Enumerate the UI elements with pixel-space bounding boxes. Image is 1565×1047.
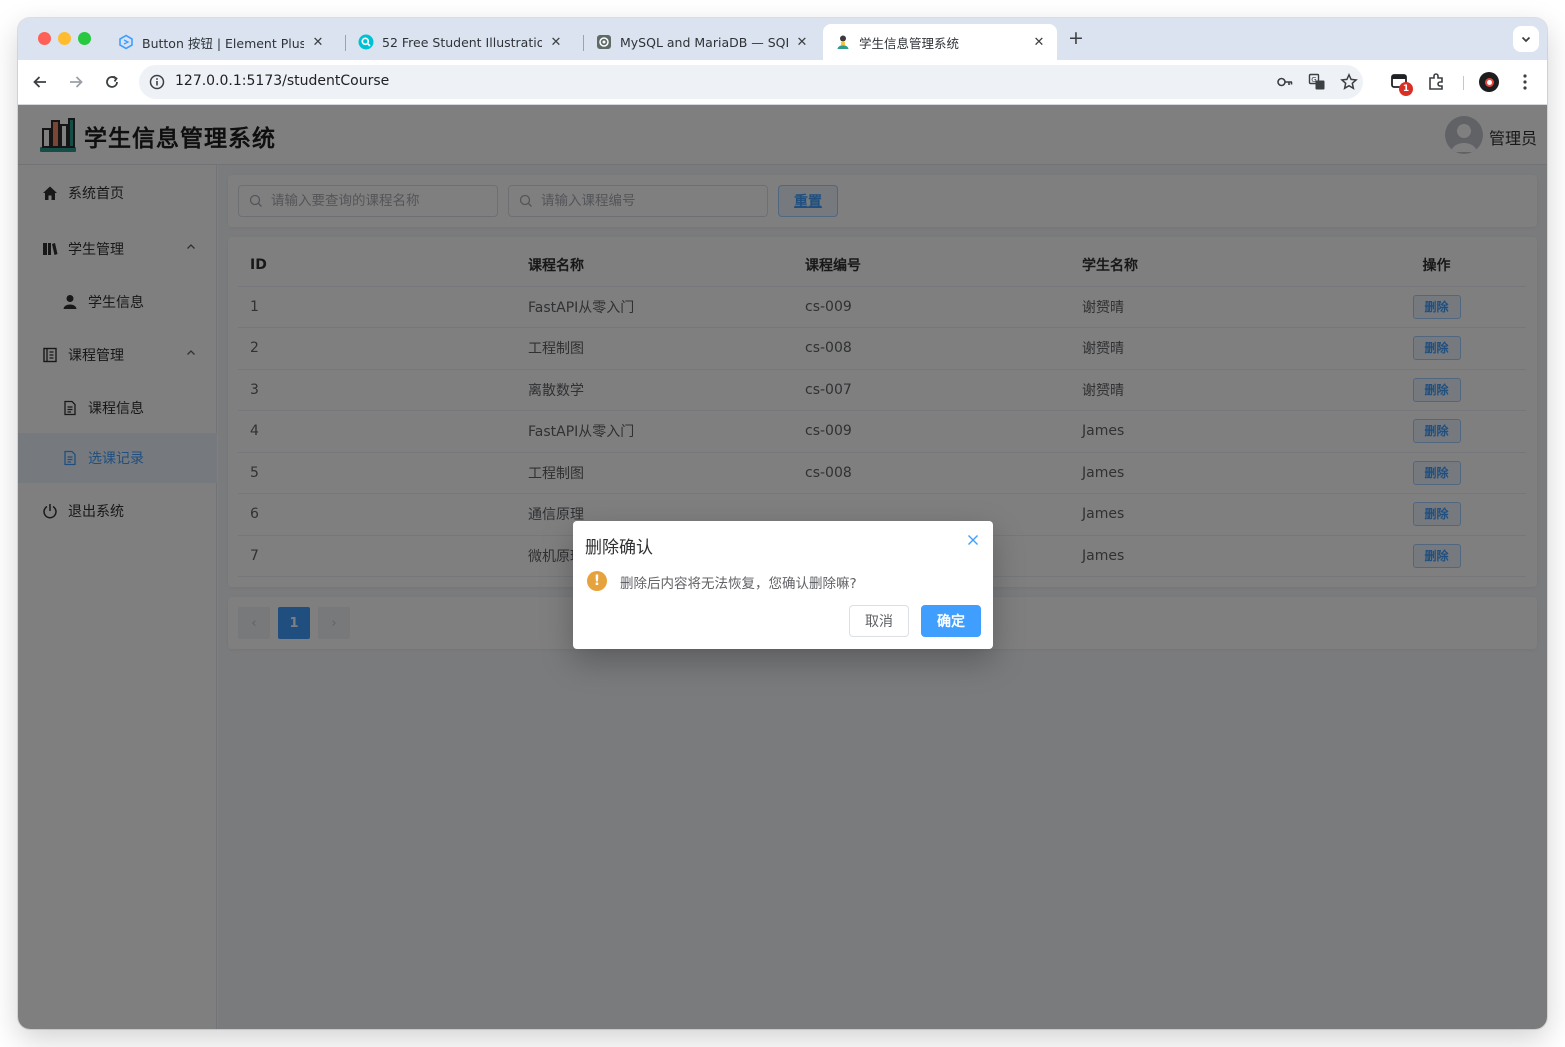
new-tab-button[interactable]: + — [1066, 28, 1086, 48]
warning-icon: ! — [587, 571, 607, 591]
forward-button[interactable] — [65, 71, 87, 93]
window-minimize-button[interactable] — [58, 32, 71, 45]
browser-window: Button 按钮 | Element Plus ✕ 52 Free Stude… — [18, 18, 1547, 1029]
site-info-icon[interactable] — [149, 74, 165, 90]
tab-title: 学生信息管理系统 — [859, 35, 960, 51]
cancel-button[interactable]: 取消 — [849, 605, 909, 637]
sqlalchemy-icon — [596, 34, 612, 50]
tab-strip: Button 按钮 | Element Plus ✕ 52 Free Stude… — [18, 18, 1547, 60]
app-viewport: 学生信息管理系统 管理员 系统首页 学生管理 学生信息 课 — [18, 105, 1547, 1029]
arrow-right-icon — [70, 76, 83, 88]
browser-toolbar: 127.0.0.1:5173/studentCourse G 1 — [18, 60, 1547, 105]
tab-close-icon[interactable]: ✕ — [548, 35, 564, 50]
extension-badge: 1 — [1399, 82, 1413, 96]
chevron-down-icon — [1521, 36, 1531, 43]
tab-student-system[interactable]: 学生信息管理系统 ✕ — [823, 24, 1057, 60]
tab-title: MySQL and MariaDB — SQLAlchemy — [620, 34, 788, 50]
password-key-icon[interactable] — [1276, 73, 1294, 91]
toolbar-divider — [1463, 76, 1464, 90]
translate-icon[interactable]: G — [1308, 73, 1326, 91]
element-plus-icon — [118, 34, 134, 50]
window-maximize-button[interactable] — [78, 32, 91, 45]
lottiefiles-icon — [358, 34, 374, 50]
reload-button[interactable] — [101, 71, 123, 93]
more-menu-icon[interactable] — [1515, 72, 1535, 92]
puzzle-extensions-icon[interactable] — [1426, 72, 1446, 92]
tab-close-icon[interactable]: ✕ — [310, 35, 326, 50]
tab-search-button[interactable] — [1513, 26, 1539, 52]
bookmark-star-icon[interactable] — [1340, 73, 1358, 91]
tab-element-plus[interactable]: Button 按钮 | Element Plus ✕ — [106, 24, 336, 60]
address-bar[interactable]: 127.0.0.1:5173/studentCourse G — [139, 65, 1363, 99]
tab-close-icon[interactable]: ✕ — [1031, 35, 1047, 50]
student-app-icon — [835, 34, 851, 50]
url-text[interactable]: 127.0.0.1:5173/studentCourse — [175, 73, 389, 89]
dialog-title: 删除确认 — [585, 538, 653, 558]
reload-icon — [106, 75, 118, 88]
tab-lottiefiles[interactable]: 52 Free Student Illustrations - Lottiefi… — [346, 24, 574, 60]
svg-text:G: G — [1311, 76, 1316, 84]
tab-close-icon[interactable]: ✕ — [794, 35, 810, 50]
profile-avatar-icon[interactable] — [1479, 72, 1499, 92]
tab-title: Button 按钮 | Element Plus — [142, 35, 304, 51]
confirm-button[interactable]: 确定 — [921, 605, 981, 637]
window-close-button[interactable] — [38, 32, 51, 45]
dialog-message: 删除后内容将无法恢复，您确认删除嘛? — [620, 576, 857, 592]
delete-confirm-dialog: 删除确认 ! 删除后内容将无法恢复，您确认删除嘛? 取消 确定 — [573, 521, 993, 649]
arrow-left-icon — [33, 76, 46, 88]
back-button[interactable] — [29, 71, 51, 93]
close-icon[interactable] — [965, 532, 981, 548]
tab-title: 52 Free Student Illustrations - Lottiefi… — [382, 34, 542, 50]
tab-sqlalchemy[interactable]: MySQL and MariaDB — SQLAlchemy ✕ — [584, 24, 820, 60]
